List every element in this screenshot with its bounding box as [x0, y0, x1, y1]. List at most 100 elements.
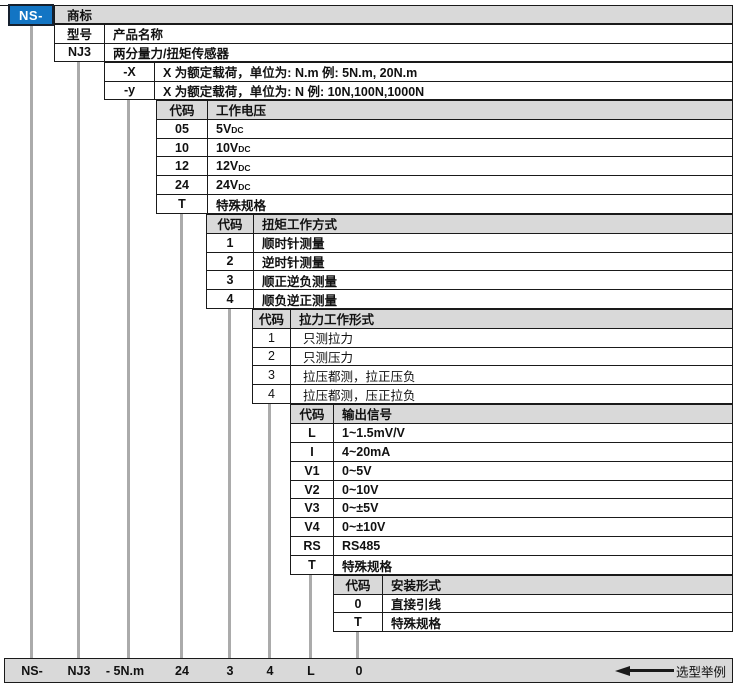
- rated-load-row: -y X 为额定载荷，单位为: N 例: 10N,100N,1000N: [105, 81, 732, 100]
- output-value-cell: 4~20mA: [334, 443, 732, 461]
- pull-mode-table: 代码 拉力工作形式 1 只测拉力 2 只测压力 3 拉压都测，拉正压负 4 拉压…: [252, 309, 733, 404]
- voltage-code-cell: T: [157, 195, 208, 213]
- voltage-value: 5V: [216, 122, 231, 136]
- pull-row: 3 拉压都测，拉正压负: [253, 365, 732, 384]
- output-code-cell: L: [291, 424, 334, 442]
- example-part-pull: 4: [267, 664, 274, 678]
- output-value-cell: 0~±10V: [334, 518, 732, 536]
- output-code-cell: V1: [291, 462, 334, 480]
- example-part-output: L: [307, 664, 315, 678]
- torque-row: 4 顺负逆正测量: [207, 289, 732, 308]
- output-value-cell: 特殊规格: [334, 556, 732, 574]
- output-code-cell: V4: [291, 518, 334, 536]
- voltage-code-cell: 12: [157, 157, 208, 175]
- torque-value-cell: 顺负逆正测量: [254, 290, 732, 308]
- mounting-code-cell: T: [334, 613, 383, 631]
- brand-badge-label: NS-: [19, 8, 43, 23]
- rated-load-table: -X X 为额定载荷，单位为: N.m 例: 5N.m, 20N.m -y X …: [104, 62, 733, 100]
- mounting-row: 0 直接引线: [334, 594, 732, 613]
- brand-badge: NS-: [8, 4, 54, 26]
- pull-row: 1 只测拉力: [253, 328, 732, 347]
- voltage-code-cell: 24: [157, 176, 208, 194]
- output-value-cell: 0~5V: [334, 462, 732, 480]
- connector-line: [356, 632, 359, 658]
- model-name-cell: 两分量力/扭矩传感器: [105, 44, 732, 62]
- output-code-cell: V3: [291, 499, 334, 517]
- voltage-table: 代码 工作电压 05 5VDC 10 10VDC 12 12VDC 24 24V…: [156, 100, 733, 214]
- output-col-code-header: 代码: [291, 405, 334, 423]
- connector-line: [268, 404, 271, 658]
- torque-code-cell: 4: [207, 290, 254, 308]
- voltage-code-cell: 10: [157, 139, 208, 157]
- torque-col-label-header: 扭矩工作方式: [254, 215, 732, 233]
- output-value-cell: RS485: [334, 537, 732, 555]
- voltage-value: 10V: [216, 141, 238, 155]
- pull-code-cell: 4: [253, 385, 291, 403]
- output-row: V1 0~5V: [291, 461, 732, 480]
- model-header-row: 型号 产品名称: [55, 25, 732, 43]
- voltage-row: 12 12VDC: [157, 156, 732, 175]
- output-row: T 特殊规格: [291, 555, 732, 574]
- output-code-cell: V2: [291, 481, 334, 499]
- pull-value-cell: 只测压力: [291, 348, 732, 366]
- connector-line: [77, 62, 80, 658]
- voltage-col-code-header: 代码: [157, 101, 208, 119]
- output-code-cell: RS: [291, 537, 334, 555]
- output-value-cell: 1~1.5mV/V: [334, 424, 732, 442]
- output-row: V3 0~±5V: [291, 498, 732, 517]
- arrow-left-icon: [615, 666, 674, 676]
- example-part-voltage: 24: [175, 664, 189, 678]
- pull-code-cell: 3: [253, 366, 291, 384]
- trademark-label: 商标: [67, 5, 92, 24]
- pull-value-cell: 只测拉力: [291, 329, 732, 347]
- torque-code-cell: 3: [207, 271, 254, 289]
- example-part-load: - 5N.m: [106, 664, 144, 678]
- output-row: RS RS485: [291, 536, 732, 555]
- output-row: V4 0~±10V: [291, 517, 732, 536]
- voltage-dc-subscript: DC: [231, 125, 243, 135]
- ordering-guide-page: NS- 商标 型号 产品名称 NJ3 两分量力/扭矩传感器 -X X 为额定载荷…: [0, 0, 736, 685]
- torque-col-code-header: 代码: [207, 215, 254, 233]
- mounting-value-cell: 直接引线: [383, 595, 732, 613]
- model-col-name-header: 产品名称: [105, 25, 732, 43]
- voltage-value-cell: 10VDC: [208, 139, 732, 157]
- voltage-col-label-header: 工作电压: [208, 101, 732, 119]
- pull-col-code-header: 代码: [253, 310, 291, 328]
- voltage-dc-subscript: DC: [238, 163, 250, 173]
- model-row: NJ3 两分量力/扭矩传感器: [55, 43, 732, 62]
- mounting-col-code-header: 代码: [334, 576, 383, 594]
- mounting-row: T 特殊规格: [334, 612, 732, 631]
- output-signal-table: 代码 输出信号 L 1~1.5mV/V I 4~20mA V1 0~5V V2 …: [290, 404, 733, 575]
- output-value-cell: 0~10V: [334, 481, 732, 499]
- trademark-row: 商标: [54, 5, 733, 24]
- rated-load-code-cell: -X: [105, 63, 155, 81]
- pull-row: 2 只测压力: [253, 347, 732, 366]
- voltage-value-cell: 特殊规格: [208, 195, 732, 213]
- example-part-torque: 3: [227, 664, 234, 678]
- example-part-mounting: 0: [356, 664, 363, 678]
- output-col-label-header: 输出信号: [334, 405, 732, 423]
- mounting-code-cell: 0: [334, 595, 383, 613]
- model-table: 型号 产品名称 NJ3 两分量力/扭矩传感器: [54, 24, 733, 62]
- mounting-table: 代码 安装形式 0 直接引线 T 特殊规格: [333, 575, 733, 632]
- output-row: V2 0~10V: [291, 480, 732, 499]
- example-bar: NS- NJ3 - 5N.m 24 3 4 L 0 选型举例: [4, 658, 733, 683]
- torque-row: 2 逆时针测量: [207, 252, 732, 271]
- rated-load-code-cell: -y: [105, 82, 155, 100]
- model-code-cell: NJ3: [55, 44, 105, 62]
- example-caption: 选型举例: [676, 661, 726, 680]
- connector-line: [180, 214, 183, 658]
- torque-value-cell: 顺正逆负测量: [254, 271, 732, 289]
- pull-value-cell: 拉压都测，拉正压负: [291, 366, 732, 384]
- torque-code-cell: 1: [207, 234, 254, 252]
- voltage-row: T 特殊规格: [157, 194, 732, 213]
- voltage-header-row: 代码 工作电压: [157, 101, 732, 119]
- pull-row: 4 拉压都测，压正拉负: [253, 384, 732, 403]
- pull-col-label-header: 拉力工作形式: [291, 310, 732, 328]
- voltage-value: 24V: [216, 178, 238, 192]
- rated-load-row: -X X 为额定载荷，单位为: N.m 例: 5N.m, 20N.m: [105, 63, 732, 81]
- connector-line: [228, 309, 231, 658]
- voltage-value: 12V: [216, 159, 238, 173]
- torque-row: 3 顺正逆负测量: [207, 270, 732, 289]
- output-header-row: 代码 输出信号: [291, 405, 732, 423]
